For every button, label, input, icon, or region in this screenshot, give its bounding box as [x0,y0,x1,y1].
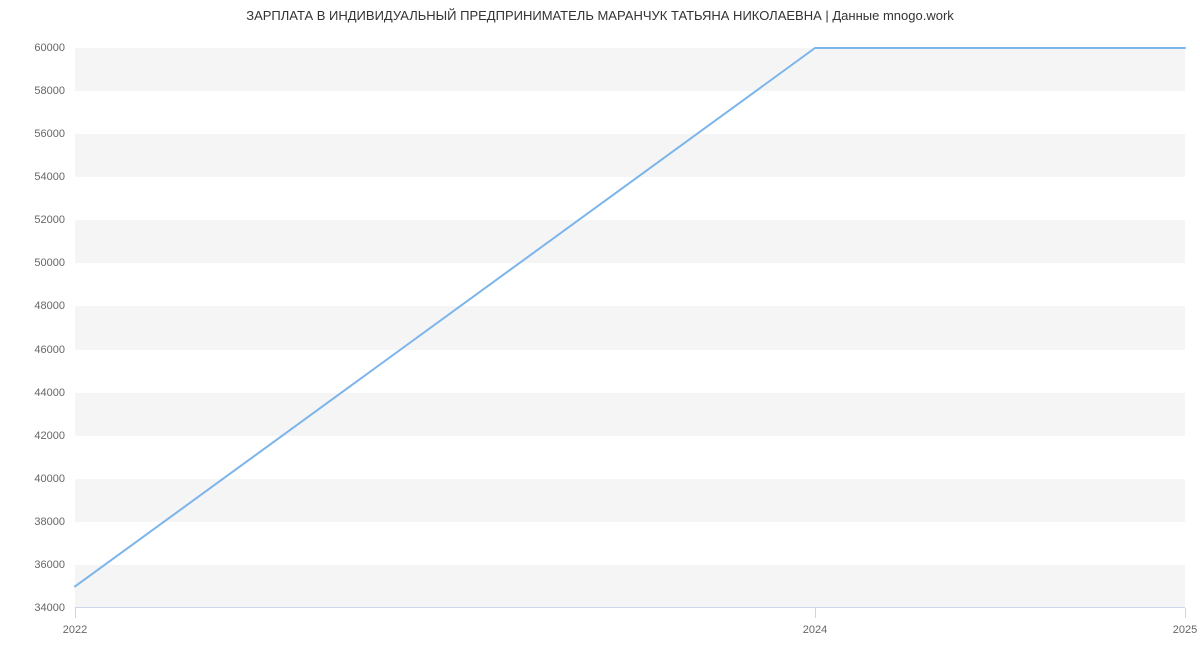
y-axis-tick-label: 36000 [34,559,65,571]
y-axis-tick-label: 50000 [34,257,65,269]
y-axis-tick-label: 42000 [34,430,65,442]
y-axis-tick-label: 58000 [34,85,65,97]
x-axis-tick [1185,608,1186,618]
x-axis-tick-label: 2025 [1173,624,1197,636]
line-series [75,48,1185,608]
x-axis-tick-label: 2022 [63,624,87,636]
series-line [75,48,1185,586]
y-axis-tick-label: 38000 [34,516,65,528]
y-axis-tick-label: 60000 [34,42,65,54]
y-axis-tick-label: 44000 [34,387,65,399]
chart-title: ЗАРПЛАТА В ИНДИВИДУАЛЬНЫЙ ПРЕДПРИНИМАТЕЛ… [0,8,1200,23]
x-axis-tick-label: 2024 [803,624,827,636]
x-axis-tick [815,608,816,618]
y-axis-tick-label: 52000 [34,214,65,226]
y-axis-tick-label: 48000 [34,300,65,312]
chart-container: ЗАРПЛАТА В ИНДИВИДУАЛЬНЫЙ ПРЕДПРИНИМАТЕЛ… [0,0,1200,650]
x-axis-tick [75,608,76,618]
y-axis-tick-label: 40000 [34,473,65,485]
y-axis-tick-label: 34000 [34,602,65,614]
y-axis-tick-label: 56000 [34,128,65,140]
y-axis-tick-label: 46000 [34,344,65,356]
plot-area: 3400036000380004000042000440004600048000… [75,48,1185,608]
y-axis-tick-label: 54000 [34,171,65,183]
